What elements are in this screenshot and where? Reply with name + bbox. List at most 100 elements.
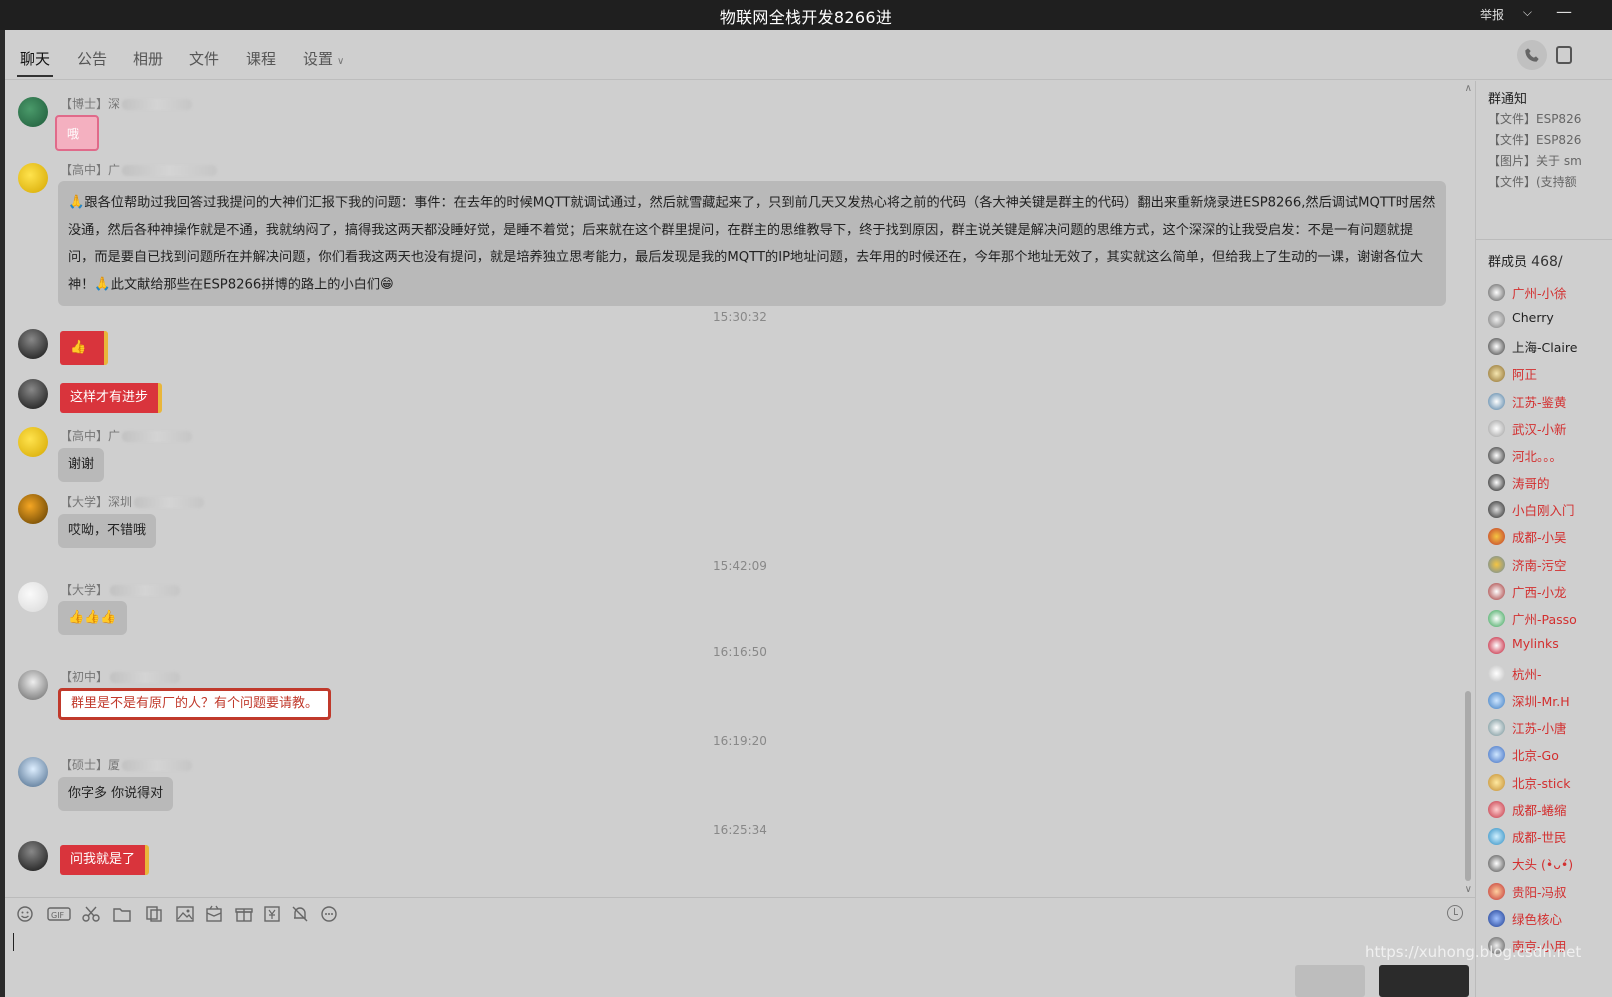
tab-files[interactable]: 文件 (189, 48, 219, 69)
report-button[interactable]: 举报 (1480, 6, 1504, 23)
message-bubble[interactable]: 问我就是了 (60, 845, 150, 875)
payment-icon[interactable] (262, 905, 282, 923)
screenshot-icon[interactable] (144, 905, 164, 923)
avatar[interactable] (18, 329, 48, 359)
avatar (1488, 338, 1505, 355)
clock-icon[interactable] (1447, 905, 1463, 921)
input-toolbar: GIF (5, 897, 1475, 929)
notice-item[interactable]: 【图片】关于 sm (1488, 152, 1582, 169)
folder-icon[interactable] (112, 905, 132, 923)
emoji-icon[interactable] (15, 905, 35, 923)
watermark: https://xuhong.blog.csdn.net (1365, 943, 1582, 961)
avatar[interactable] (18, 582, 48, 612)
phone-icon (1525, 48, 1539, 62)
avatar (1488, 420, 1505, 437)
grin-icon: 😁 (380, 276, 394, 292)
message-bubble[interactable]: 👍👍👍 (58, 601, 127, 635)
screen-share-icon[interactable] (1556, 46, 1572, 64)
more-icon[interactable] (319, 905, 339, 923)
avatar[interactable] (18, 494, 48, 524)
tab-settings[interactable]: 设置 ∨ (303, 48, 344, 69)
image-icon[interactable] (175, 905, 195, 923)
message-input-area (5, 929, 1475, 997)
gift-icon[interactable] (234, 905, 254, 923)
right-panel: 群通知 【文件】ESP826 【文件】ESP826 【图片】关于 sm 【文件】… (1475, 81, 1612, 997)
timestamp: 15:42:09 (713, 559, 767, 573)
timestamp: 16:16:50 (713, 645, 767, 659)
avatar (1488, 528, 1505, 545)
avatar[interactable] (18, 379, 48, 409)
avatar (1488, 801, 1505, 818)
scissors-icon[interactable] (81, 905, 101, 923)
avatar (1488, 583, 1505, 600)
chevron-down-icon: ∨ (337, 56, 345, 67)
thumbs-up-icon: 👍👍👍 (68, 610, 117, 625)
red-packet-icon[interactable] (204, 905, 224, 923)
tab-album[interactable]: 相册 (133, 48, 163, 69)
scroll-up-icon[interactable]: ∧ (1465, 83, 1472, 94)
avatar[interactable] (18, 163, 48, 193)
message-bubble[interactable]: 群里是不是有原厂的人？有个问题要请教。 (58, 688, 332, 720)
avatar (1488, 474, 1505, 491)
avatar[interactable] (18, 841, 48, 871)
chat-area: ∧ ∨ 【博士】深 哦 【高中】广 🙏跟各位帮助过我回答过我提问的大神们汇报下我… (5, 81, 1475, 897)
thumbs-up-icon: 👍 (70, 340, 87, 355)
sticker[interactable]: 哦 (55, 115, 99, 151)
avatar (1488, 828, 1505, 845)
notice-item[interactable]: 【文件】ESP826 (1488, 110, 1581, 127)
avatar[interactable] (18, 427, 48, 457)
timestamp: 15:30:32 (713, 310, 767, 324)
message-bubble[interactable]: 👍 (60, 331, 109, 365)
divider (1476, 239, 1612, 240)
sender-name: 【高中】广 (60, 427, 193, 444)
avatar (1488, 556, 1505, 573)
message-bubble[interactable]: 这样才有进步 (60, 383, 163, 413)
timestamp: 16:25:34 (713, 823, 767, 837)
avatar (1488, 665, 1505, 682)
gif-icon[interactable]: GIF (47, 905, 71, 923)
tab-courses[interactable]: 课程 (246, 48, 276, 69)
tab-announcement[interactable]: 公告 (77, 48, 107, 69)
avatar[interactable] (18, 97, 48, 127)
sender-name: 【初中】 (60, 668, 181, 685)
avatar[interactable] (18, 757, 48, 787)
notice-item[interactable]: 【文件】(支持额 (1488, 173, 1577, 190)
chevron-down-icon[interactable]: ⌵ (1523, 5, 1532, 20)
close-button[interactable] (1295, 965, 1365, 997)
avatar (1488, 365, 1505, 382)
avatar (1488, 774, 1505, 791)
sender-name: 【大学】 (60, 581, 181, 598)
scroll-down-icon[interactable]: ∨ (1465, 884, 1472, 895)
avatar (1488, 883, 1505, 900)
avatar (1488, 855, 1505, 872)
send-button[interactable] (1379, 965, 1469, 997)
notice-item[interactable]: 【文件】ESP826 (1488, 131, 1581, 148)
phone-call-button[interactable] (1517, 40, 1547, 70)
message-bubble[interactable]: 谢谢 (58, 448, 105, 482)
scrollbar-thumb[interactable] (1465, 691, 1471, 881)
avatar (1488, 447, 1505, 464)
sender-name: 【高中】广 (60, 161, 218, 178)
avatar (1488, 719, 1505, 736)
message-bubble[interactable]: 🙏跟各位帮助过我回答过我提问的大神们汇报下我的问题：事件：在去年的时候MQTT就… (58, 181, 1446, 306)
avatar[interactable] (18, 670, 48, 700)
window-title: 物联网全栈开发8266进 (719, 8, 893, 27)
tab-settings-label: 设置 (303, 50, 334, 68)
message-bubble[interactable]: 哎呦，不错哦 (58, 514, 157, 548)
pray-icon: 🙏 (68, 195, 85, 210)
minimize-button[interactable]: — (1556, 2, 1572, 21)
message-input[interactable] (13, 933, 1453, 989)
avatar (1488, 284, 1505, 301)
pray-icon: 🙏 (94, 276, 111, 292)
message-bubble[interactable]: 你字多 你说得对 (58, 777, 174, 811)
avatar (1488, 637, 1505, 654)
title-bar: 物联网全栈开发8266进 举报 ⌵ — (0, 0, 1612, 30)
bell-off-icon[interactable] (290, 905, 310, 923)
avatar (1488, 501, 1505, 518)
svg-text:GIF: GIF (51, 911, 65, 920)
avatar (1488, 610, 1505, 627)
avatar (1488, 393, 1505, 410)
tab-chat[interactable]: 聊天 (16, 48, 54, 77)
members-title: 群成员 468/ (1488, 254, 1563, 270)
avatar (1488, 746, 1505, 763)
